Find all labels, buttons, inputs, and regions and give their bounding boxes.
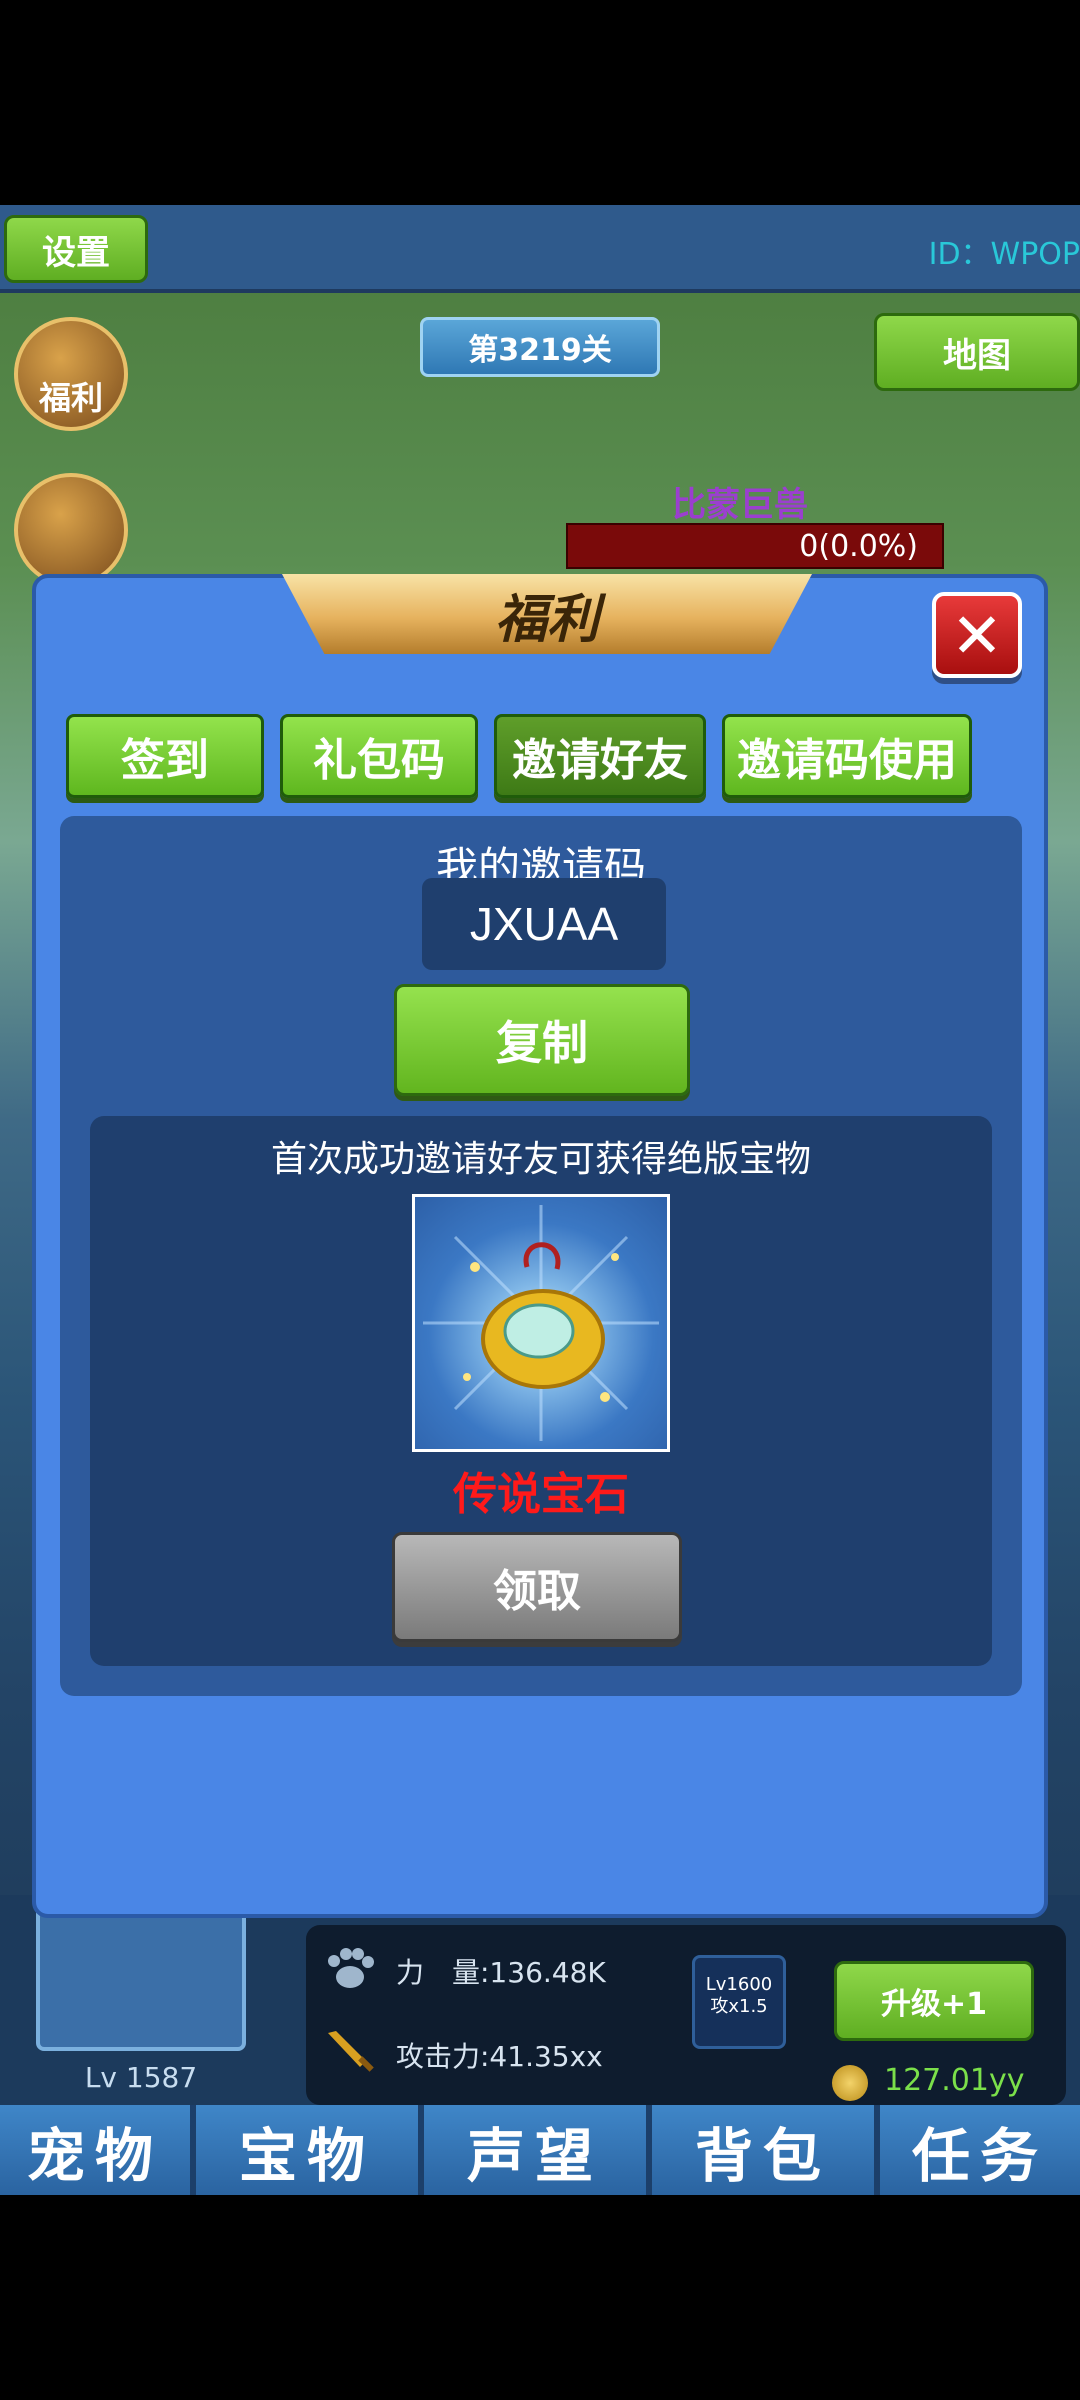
nav-tab-tasks[interactable]: 任务 (880, 2105, 1080, 2195)
nav-tab-bag[interactable]: 背包 (652, 2105, 880, 2195)
reward-name: 传说宝石 (453, 1469, 629, 1520)
nav-tab-reputation[interactable]: 声望 (424, 2105, 652, 2195)
sword-icon (328, 2031, 374, 2072)
reward-description: 首次成功邀请好友可获得绝版宝物 (270, 1139, 811, 1180)
upgrade-button[interactable]: 升级+1 (834, 1961, 1034, 2041)
attack-stat: 攻击力:41.35xx (396, 2040, 603, 2073)
welfare-modal: 福利 ✕ 签到 礼包码 邀请好友 邀请码使用 我的邀请码 JXUAA 复制 首次… (32, 574, 1048, 1918)
invite-content: 我的邀请码 JXUAA 复制 首次成功邀请好友可获得绝版宝物 传说宝石 领取 (60, 816, 1022, 1696)
gold-amount: 127.01yy (884, 2063, 1025, 2098)
close-button[interactable]: ✕ (932, 592, 1022, 678)
paw-icon (328, 1948, 374, 1988)
level-badge: Lv1600 攻x1.5 (692, 1955, 786, 2049)
invite-code: JXUAA (422, 878, 666, 970)
boss-hp-bar: 0(0.0%) (566, 523, 944, 569)
settings-button[interactable]: 设置 (4, 215, 148, 283)
treasure-chest-icon[interactable] (14, 473, 128, 587)
tab-invite-friends[interactable]: 邀请好友 (494, 714, 706, 798)
coin-icon (832, 2065, 868, 2101)
badge-level: Lv1600 (705, 1974, 773, 1995)
tab-use-invite-code[interactable]: 邀请码使用 (722, 714, 972, 798)
level-banner: 第3219关 (420, 317, 660, 377)
badge-bonus: 攻x1.5 (710, 1996, 768, 2017)
tab-gift-code[interactable]: 礼包码 (280, 714, 478, 798)
map-button[interactable]: 地图 (874, 313, 1080, 391)
top-bar: 设置 ID：WPOP (0, 205, 1080, 293)
close-icon: ✕ (951, 598, 1003, 672)
boss-hp-text: 0(0.0%) (799, 529, 918, 564)
reward-box: 首次成功邀请好友可获得绝版宝物 传说宝石 领取 (90, 1116, 992, 1666)
pet-portrait[interactable] (36, 1895, 246, 2051)
nav-tab-pets[interactable]: 宠物 (0, 2105, 196, 2195)
modal-title: 福利 (282, 574, 812, 654)
stats-panel: 力 量:136.48K 攻击力:41.35xx Lv1600 攻x1.5 升级+… (306, 1925, 1066, 2105)
claim-button[interactable]: 领取 (392, 1532, 682, 1642)
welfare-icon[interactable]: 福利 (14, 317, 128, 431)
copy-button[interactable]: 复制 (394, 984, 690, 1096)
nav-tab-treasures[interactable]: 宝物 (196, 2105, 424, 2195)
gem-amulet-icon (412, 1194, 670, 1452)
bottom-nav: 宠物 宝物 声望 背包 任务 (0, 2105, 1080, 2195)
user-id: ID：WPOP (928, 237, 1080, 272)
boss-name: 比蒙巨兽 (672, 485, 808, 525)
welfare-label: 福利 (38, 379, 103, 417)
pet-level: Lv 1587 (84, 2061, 198, 2094)
tab-sign-in[interactable]: 签到 (66, 714, 264, 798)
power-stat: 力 量:136.48K (396, 1956, 606, 1989)
